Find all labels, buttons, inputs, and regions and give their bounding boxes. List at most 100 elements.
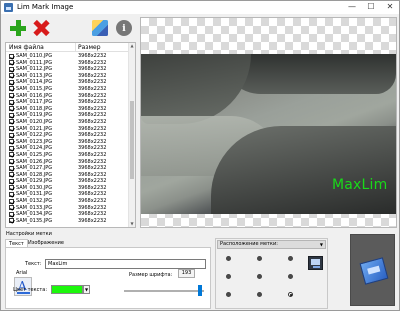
list-item[interactable]: SAM_0127.JPG 3968x2232 xyxy=(6,165,130,172)
settings-brush-icon[interactable] xyxy=(92,20,108,36)
list-item[interactable]: SAM_0118.JPG 3968x2232 xyxy=(6,106,130,113)
file-checkbox[interactable] xyxy=(9,73,14,79)
remove-files-button[interactable] xyxy=(31,18,51,38)
position-radio-top-center[interactable] xyxy=(257,256,262,261)
file-checkbox[interactable] xyxy=(9,145,14,151)
apply-watermark-button[interactable] xyxy=(350,234,395,306)
position-radio-middle-right[interactable] xyxy=(288,274,293,279)
screen-icon[interactable] xyxy=(308,256,323,270)
file-name: SAM_0125.JPG xyxy=(16,151,53,158)
list-item[interactable]: SAM_0122.JPG 3968x2232 xyxy=(6,132,130,139)
position-radio-bottom-left[interactable] xyxy=(226,292,231,297)
file-size: 3968x2232 xyxy=(78,178,107,185)
list-item[interactable]: SAM_0129.JPG 3968x2232 xyxy=(6,178,130,185)
file-checkbox[interactable] xyxy=(9,106,14,112)
maximize-button[interactable]: ☐ xyxy=(362,1,380,14)
file-checkbox[interactable] xyxy=(9,198,14,204)
list-item[interactable]: SAM_0135.JPG 3968x2232 xyxy=(6,218,130,225)
position-radio-top-left[interactable] xyxy=(226,256,231,261)
list-item[interactable]: SAM_0121.JPG 3968x2232 xyxy=(6,126,130,133)
list-item[interactable]: SAM_0134.JPG 3968x2232 xyxy=(6,211,130,218)
scroll-down-arrow-icon[interactable]: ▼ xyxy=(129,221,135,227)
minimize-button[interactable]: — xyxy=(343,1,361,14)
opacity-slider-thumb[interactable] xyxy=(198,285,202,296)
file-checkbox[interactable] xyxy=(9,66,14,72)
about-info-icon[interactable]: i xyxy=(116,20,132,36)
file-checkbox[interactable] xyxy=(9,165,14,171)
file-checkbox[interactable] xyxy=(9,211,14,217)
file-checkbox[interactable] xyxy=(9,93,14,99)
file-checkbox[interactable] xyxy=(9,218,14,224)
file-checkbox[interactable] xyxy=(9,79,14,85)
list-item[interactable]: SAM_0130.JPG 3968x2232 xyxy=(6,185,130,192)
file-size: 3968x2232 xyxy=(78,204,107,211)
list-item[interactable]: SAM_0114.JPG 3968x2232 xyxy=(6,79,130,86)
file-checkbox[interactable] xyxy=(9,172,14,178)
file-checkbox[interactable] xyxy=(9,53,14,59)
column-header-size[interactable]: Размер xyxy=(78,44,101,51)
file-size: 3968x2232 xyxy=(78,145,107,152)
list-item[interactable]: SAM_0132.JPG 3968x2232 xyxy=(6,198,130,205)
file-checkbox[interactable] xyxy=(9,99,14,105)
file-checkbox[interactable] xyxy=(9,132,14,138)
opacity-slider[interactable] xyxy=(124,290,204,292)
file-checkbox[interactable] xyxy=(9,60,14,66)
file-checkbox[interactable] xyxy=(9,205,14,211)
position-radio-middle-left[interactable] xyxy=(226,274,231,279)
close-button[interactable]: ✕ xyxy=(381,1,399,14)
position-radio-center[interactable] xyxy=(257,274,262,279)
list-item[interactable]: SAM_0113.JPG 3968x2232 xyxy=(6,73,130,80)
file-checkbox[interactable] xyxy=(9,126,14,132)
file-list[interactable]: Имя файла Размер SAM_0110.JPG 3968x2232 SA… xyxy=(5,42,136,228)
window-title: Lim Mark Image xyxy=(17,3,74,11)
file-size: 3968x2232 xyxy=(78,92,107,99)
color-dropdown-arrow-icon[interactable]: ▼ xyxy=(83,285,90,294)
file-size: 3968x2232 xyxy=(78,112,107,119)
file-checkbox[interactable] xyxy=(9,159,14,164)
scroll-thumb[interactable] xyxy=(130,101,134,179)
list-item[interactable]: SAM_0115.JPG 3968x2232 xyxy=(6,86,130,93)
file-checkbox[interactable] xyxy=(9,119,14,125)
list-item[interactable]: SAM_0126.JPG 3968x2232 xyxy=(6,159,130,166)
file-checkbox[interactable] xyxy=(9,139,14,145)
list-item[interactable]: SAM_0116.JPG 3968x2232 xyxy=(6,93,130,100)
file-size: 3968x2232 xyxy=(78,217,107,224)
file-name: SAM_0114.JPG xyxy=(16,79,53,86)
position-radio-bottom-right[interactable] xyxy=(288,292,293,297)
list-item[interactable]: SAM_0120.JPG 3968x2232 xyxy=(6,119,130,126)
file-checkbox[interactable] xyxy=(9,152,14,158)
file-size: 3968x2232 xyxy=(78,85,107,92)
watermark-text-input[interactable]: MaxLim xyxy=(45,259,206,269)
position-radio-top-right[interactable] xyxy=(288,256,293,261)
text-color-swatch[interactable] xyxy=(51,285,83,294)
file-checkbox[interactable] xyxy=(9,178,14,184)
file-size: 3968x2232 xyxy=(78,191,107,198)
file-size: 3968x2232 xyxy=(78,53,107,59)
add-files-button[interactable] xyxy=(8,18,28,38)
file-checkbox[interactable] xyxy=(9,86,14,92)
photo-stamp-icon xyxy=(359,257,389,285)
position-dropdown[interactable]: Расположение метки: ▼ xyxy=(217,240,326,249)
scroll-up-arrow-icon[interactable]: ▲ xyxy=(129,43,135,49)
list-item[interactable]: SAM_0111.JPG 3968x2232 xyxy=(6,60,130,67)
file-checkbox[interactable] xyxy=(9,112,14,118)
list-item[interactable]: SAM_0119.JPG 3968x2232 xyxy=(6,112,130,119)
list-item[interactable]: SAM_0123.JPG 3968x2232 xyxy=(6,139,130,146)
column-header-name[interactable]: Имя файла xyxy=(9,44,44,51)
font-size-value[interactable]: 193 xyxy=(178,269,195,278)
list-item[interactable]: SAM_0124.JPG 3968x2232 xyxy=(6,145,130,152)
titlebar: Lim Mark Image — ☐ ✕ xyxy=(1,1,399,14)
list-item[interactable]: SAM_0133.JPG 3968x2232 xyxy=(6,205,130,212)
file-name: SAM_0126.JPG xyxy=(16,158,53,165)
position-radio-bottom-center[interactable] xyxy=(257,292,262,297)
list-item[interactable]: SAM_0117.JPG 3968x2232 xyxy=(6,99,130,106)
list-item[interactable]: SAM_0112.JPG 3968x2232 xyxy=(6,66,130,73)
file-checkbox[interactable] xyxy=(9,185,14,191)
list-item[interactable]: SAM_0131.JPG 3968x2232 xyxy=(6,191,130,198)
list-item[interactable]: SAM_0128.JPG 3968x2232 xyxy=(6,172,130,179)
list-item[interactable]: SAM_0110.JPG 3968x2232 xyxy=(6,53,130,60)
file-list-scrollbar[interactable]: ▲ ▼ xyxy=(128,43,135,227)
file-name: SAM_0130.JPG xyxy=(16,184,53,191)
file-checkbox[interactable] xyxy=(9,191,14,197)
list-item[interactable]: SAM_0125.JPG 3968x2232 xyxy=(6,152,130,159)
